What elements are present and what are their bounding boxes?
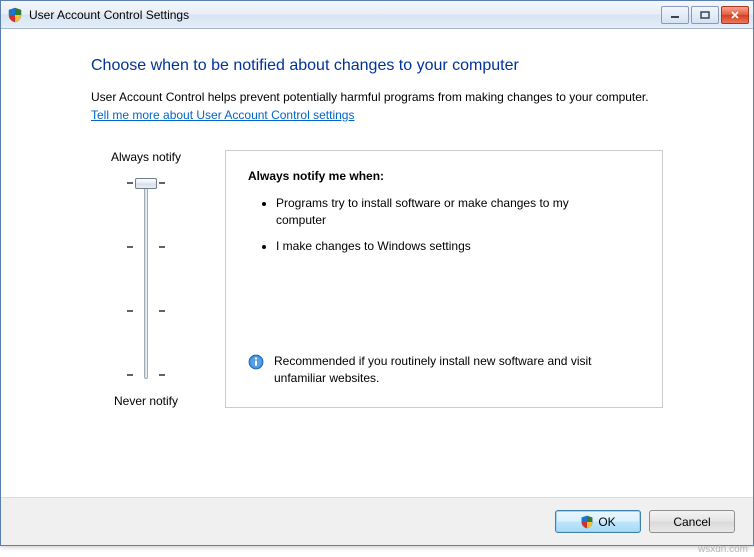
watermark: wsxdn.com [698,544,748,555]
list-item: Programs try to install software or make… [276,195,640,229]
main-area: Always notify Never notify [91,150,663,408]
maximize-button[interactable] [691,6,719,24]
info-panel: Always notify me when: Programs try to i… [225,150,663,408]
cancel-button[interactable]: Cancel [649,510,735,533]
cancel-button-label: Cancel [673,515,710,529]
slider-thumb[interactable] [135,178,157,189]
slider-tick [159,246,165,248]
uac-settings-window: User Account Control Settings Choose whe… [0,0,754,546]
description-text: User Account Control helps prevent poten… [91,89,663,106]
shield-icon [7,7,23,23]
list-item: I make changes to Windows settings [276,238,640,255]
recommendation: Recommended if you routinely install new… [248,353,640,393]
slider-label-bottom: Never notify [114,394,178,408]
slider-column: Always notify Never notify [91,150,201,408]
ok-button-label: OK [598,515,615,529]
slider-tick [159,374,165,376]
minimize-button[interactable] [661,6,689,24]
slider-tick [127,246,133,248]
titlebar: User Account Control Settings [1,1,753,29]
slider-label-top: Always notify [111,150,181,164]
slider-tick [159,310,165,312]
slider-tick [127,310,133,312]
page-heading: Choose when to be notified about changes… [91,57,663,75]
button-bar: OK Cancel [1,497,753,545]
notification-slider[interactable] [116,174,176,384]
recommendation-text: Recommended if you routinely install new… [274,353,640,387]
content-area: Choose when to be notified about changes… [1,29,753,497]
info-icon [248,354,264,370]
slider-tick [127,182,133,184]
ok-button[interactable]: OK [555,510,641,533]
slider-track [144,179,148,379]
help-link[interactable]: Tell me more about User Account Control … [91,108,354,122]
info-list: Programs try to install software or make… [248,195,640,265]
slider-tick [127,374,133,376]
window-title: User Account Control Settings [29,8,661,22]
info-panel-title: Always notify me when: [248,169,640,183]
close-button[interactable] [721,6,749,24]
shield-icon [580,515,594,529]
window-controls [661,6,749,24]
slider-tick [159,182,165,184]
